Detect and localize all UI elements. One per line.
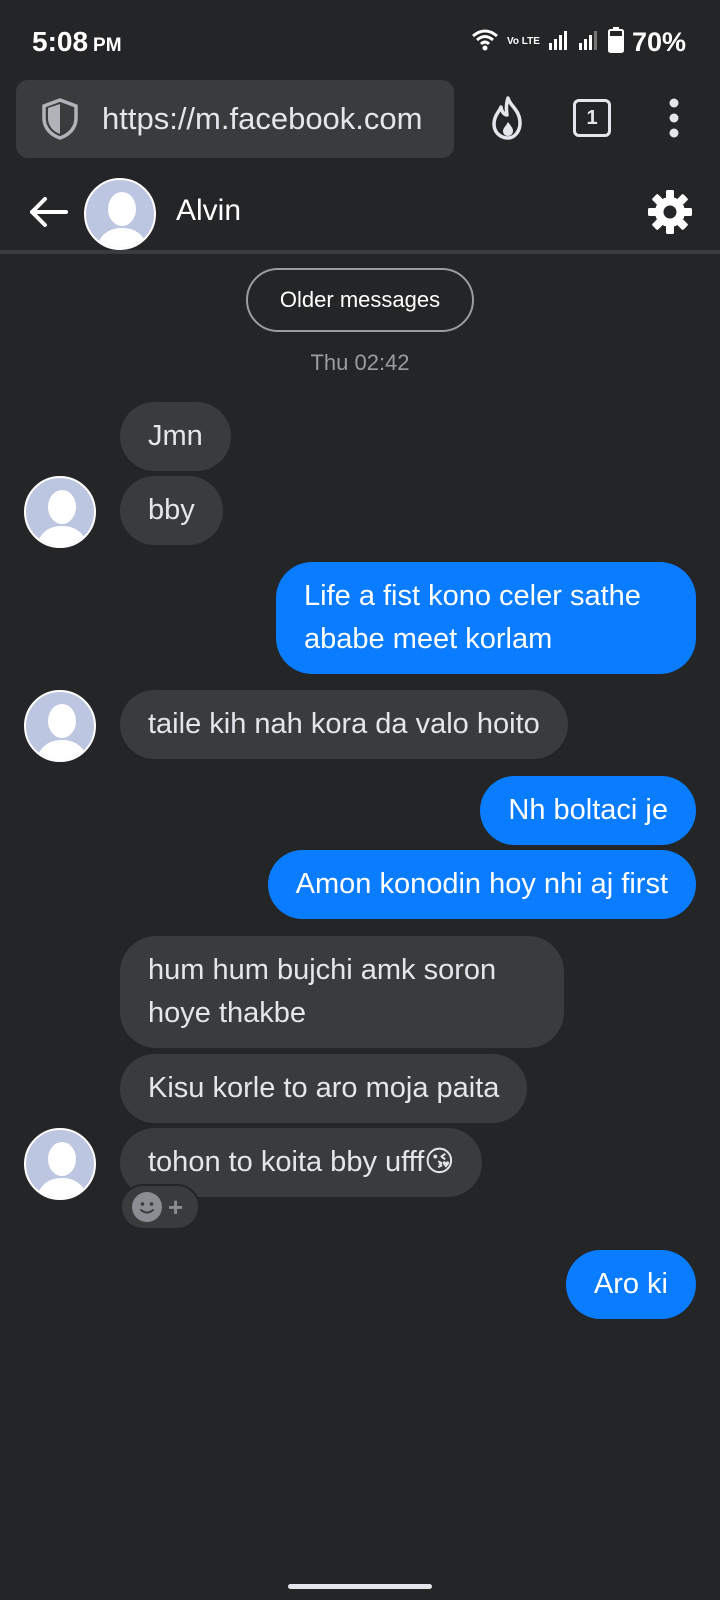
sender-avatar[interactable]	[24, 690, 96, 762]
battery-percent: 70%	[631, 26, 686, 57]
url-text[interactable]: https://m.facebook.com	[102, 101, 432, 137]
tab-count[interactable]: 1	[573, 99, 611, 137]
back-arrow-icon[interactable]	[26, 190, 70, 234]
plus-icon: +	[168, 1192, 184, 1222]
default-profile-silhouette-icon	[36, 490, 88, 546]
default-profile-silhouette-icon	[96, 192, 148, 248]
received-message[interactable]: taile kih nah kora da valo hoito	[120, 690, 568, 759]
sender-avatar[interactable]	[24, 476, 96, 548]
sent-message[interactable]: Life a fist kono celer sathe ababe meet …	[276, 562, 696, 674]
received-message[interactable]: bby	[120, 476, 223, 545]
sender-avatar[interactable]	[24, 1128, 96, 1200]
older-messages-button[interactable]: Older messages	[246, 268, 474, 332]
sent-message[interactable]: Nh boltaci je	[480, 776, 696, 845]
message-timestamp: Thu 02:42	[310, 350, 410, 375]
status-bar: 5:08 PM Vo LTE 70%	[0, 0, 720, 78]
add-reaction-button[interactable]: +	[120, 1184, 200, 1230]
address-bar[interactable]: https://m.facebook.com	[16, 80, 454, 158]
clock: 5:08	[32, 26, 89, 57]
clock-ampm: PM	[93, 35, 122, 56]
volte-indicator: Vo LTE	[506, 36, 540, 47]
status-icons: Vo LTE 70%	[471, 24, 686, 60]
gear-icon[interactable]	[646, 188, 694, 236]
received-message[interactable]: hum hum bujchi amk soron hoye thakbe	[120, 936, 564, 1048]
home-indicator[interactable]	[288, 1584, 432, 1589]
default-profile-silhouette-icon	[36, 704, 88, 760]
sent-message[interactable]: Aro ki	[565, 1250, 696, 1319]
signal-icon-2	[578, 29, 600, 56]
status-time: 5:08 PM	[32, 26, 122, 58]
signal-icon-1	[548, 29, 570, 56]
tabs-button[interactable]: 1	[570, 96, 614, 140]
battery-icon	[607, 26, 624, 58]
sent-message[interactable]: Amon konodin hoy nhi aj first	[267, 850, 696, 919]
wifi-icon	[471, 28, 499, 57]
chat-header: Alvin	[0, 172, 720, 254]
default-profile-silhouette-icon	[36, 1142, 88, 1198]
flame-icon[interactable]	[486, 96, 530, 140]
shield-icon[interactable]	[38, 97, 82, 141]
contact-name[interactable]: Alvin	[176, 194, 241, 228]
smiley-icon	[132, 1192, 162, 1222]
received-message[interactable]: Kisu korle to aro moja paita	[120, 1054, 528, 1123]
browser-toolbar: https://m.facebook.com 1	[0, 78, 720, 172]
more-vertical-icon[interactable]	[652, 96, 696, 140]
received-message[interactable]: Jmn	[120, 402, 231, 471]
contact-avatar[interactable]	[84, 178, 156, 250]
